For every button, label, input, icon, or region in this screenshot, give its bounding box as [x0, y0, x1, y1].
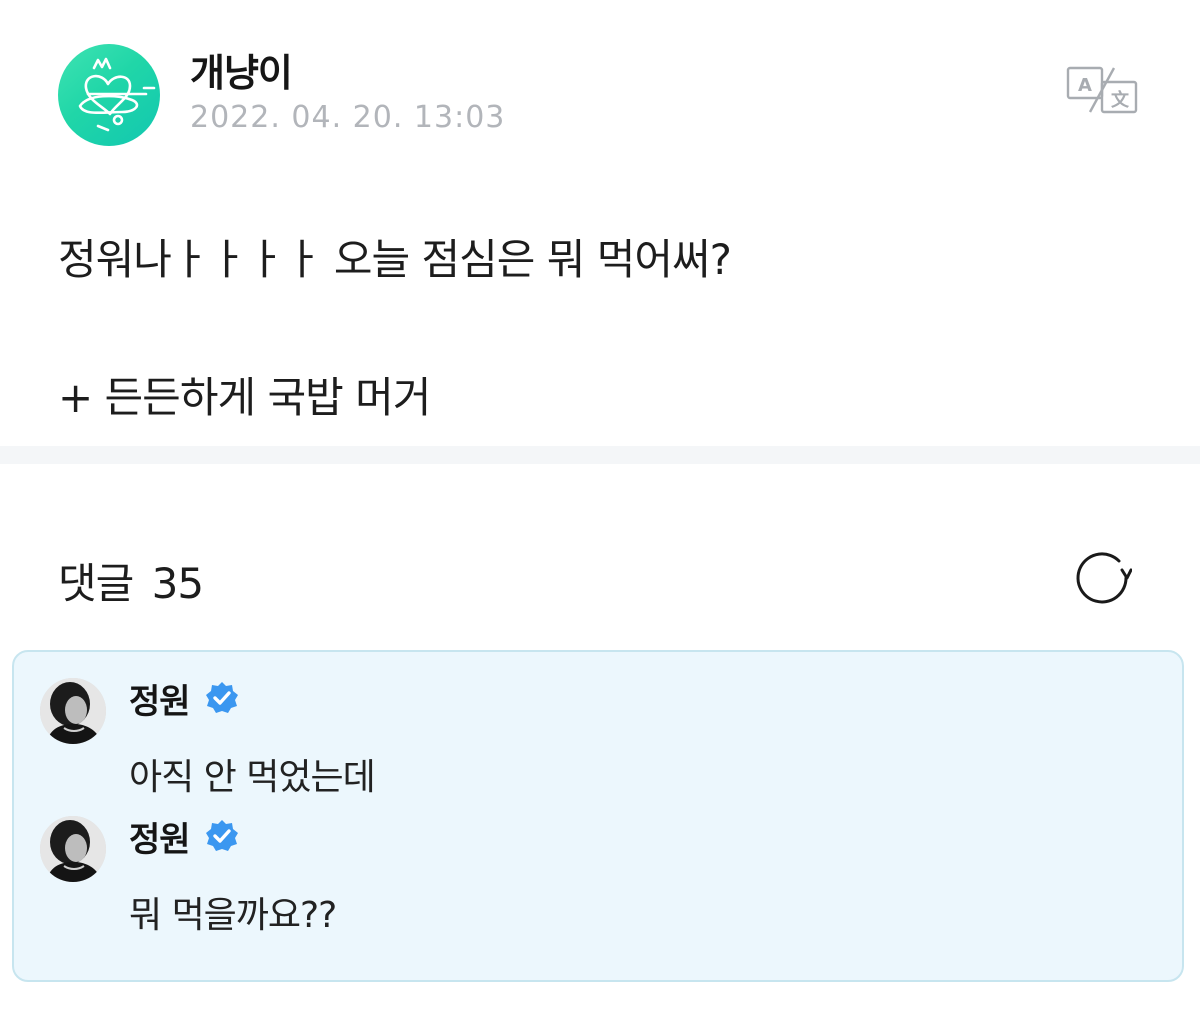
comment-item[interactable]: 정원 뭐 먹을까요??	[14, 790, 1182, 936]
verified-badge-icon	[204, 818, 240, 854]
comment-text: 뭐 먹을까요??	[129, 895, 337, 936]
refresh-icon	[1076, 552, 1133, 604]
post-timestamp: 2022. 04. 20. 13:03	[190, 100, 506, 135]
commenter-avatar[interactable]	[40, 678, 106, 744]
section-divider	[0, 446, 1200, 464]
commenter-avatar[interactable]	[40, 816, 106, 882]
post-body-line-1: 정워나ㅏㅏㅏㅏ 오늘 점심은 뭐 먹어써?	[58, 235, 732, 284]
refresh-button[interactable]	[1072, 548, 1133, 608]
commenter-name[interactable]: 정원	[129, 812, 191, 861]
comments-count: 35	[151, 559, 204, 608]
comment-item[interactable]: 정원 아직 안 먹었는데	[14, 652, 1182, 798]
comments-header: 댓글 35	[58, 550, 204, 611]
translate-icon: A 文	[1066, 66, 1138, 114]
artist-comment-box: 정원 아직 안 먹었는데 정원 뭐 먹을까요??	[12, 650, 1184, 982]
post-body-line-2: + 든든하게 국밥 머거	[58, 373, 431, 422]
comments-label: 댓글	[58, 559, 134, 608]
post-author-name[interactable]: 개냥이	[190, 42, 293, 97]
svg-text:文: 文	[1111, 89, 1130, 111]
svg-text:A: A	[1078, 75, 1092, 96]
translate-button[interactable]: A 文	[1062, 62, 1142, 120]
post-detail-page: 개냥이 2022. 04. 20. 13:03 A 文 정워나ㅏㅏㅏㅏ 오늘 점…	[0, 0, 1200, 1013]
author-avatar[interactable]	[58, 44, 160, 146]
heart-doodle-icon	[78, 57, 156, 132]
verified-badge-icon	[204, 680, 240, 716]
profile-photo-icon	[40, 816, 106, 882]
profile-photo-icon	[40, 678, 106, 744]
commenter-name[interactable]: 정원	[129, 674, 191, 723]
